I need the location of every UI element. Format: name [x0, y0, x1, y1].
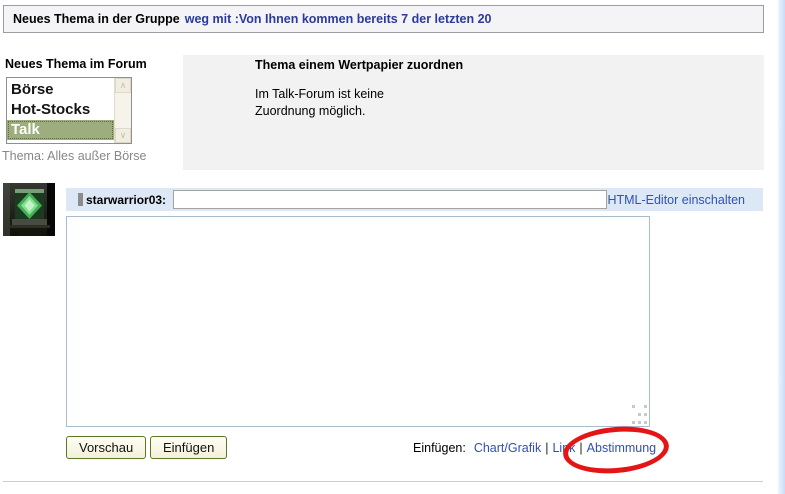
message-body-textarea[interactable]	[66, 216, 650, 427]
username-label: starwarrior03:	[86, 192, 167, 207]
wertpapier-panel: Thema einem Wertpapier zuordnen Im Talk-…	[183, 55, 764, 170]
page-header: Neues Thema in der Gruppe weg mit :Von I…	[3, 5, 764, 33]
insert-separator: |	[579, 441, 583, 455]
wertpapier-note-line2: Zuordnung möglich.	[255, 104, 366, 118]
listbox-item-boerse[interactable]: Börse	[7, 80, 114, 100]
preview-button[interactable]: Vorschau	[66, 436, 147, 459]
insert-toolbar: Einfügen: Chart/Grafik | Link | Abstimmu…	[413, 441, 656, 455]
group-link[interactable]: weg mit :Von Ihnen kommen bereits 7 der …	[185, 12, 492, 26]
insert-label: Einfügen:	[413, 441, 466, 455]
insert-separator: |	[545, 441, 549, 455]
topic-title-input[interactable]	[173, 190, 608, 209]
listbox-item-hot-stocks[interactable]: Hot-Stocks	[7, 100, 114, 120]
page-title: Neues Thema in der Gruppe	[13, 12, 180, 26]
wertpapier-note-line1: Im Talk-Forum ist keine	[255, 87, 384, 101]
insert-chart-link[interactable]: Chart/Grafik	[474, 441, 541, 455]
avatar	[3, 183, 55, 236]
post-marker-icon	[78, 193, 83, 206]
topic-label: Thema: Alles außer Börse	[2, 149, 147, 163]
submit-button[interactable]: Einfügen	[150, 436, 228, 459]
forum-listbox-items: Börse Hot-Stocks Talk	[7, 78, 114, 143]
forum-picker-heading: Neues Thema im Forum	[5, 57, 147, 71]
wertpapier-note: Im Talk-Forum ist keine Zuordnung möglic…	[255, 86, 384, 120]
insert-link-link[interactable]: Link	[552, 441, 575, 455]
wertpapier-heading: Thema einem Wertpapier zuordnen	[255, 58, 464, 72]
page-edge-stripe	[778, 0, 785, 494]
composer-title-row: starwarrior03: HTML-Editor einschalten	[66, 188, 763, 211]
scrollbar-up-icon[interactable]: ∧	[115, 78, 131, 93]
resize-grip-icon[interactable]	[632, 405, 650, 427]
scrollbar-down-icon[interactable]: ∨	[115, 128, 131, 143]
listbox-scrollbar[interactable]: ∧ ∨	[114, 78, 131, 143]
forum-listbox[interactable]: Börse Hot-Stocks Talk ∧ ∨	[6, 77, 132, 144]
html-editor-toggle-link[interactable]: HTML-Editor einschalten	[607, 193, 745, 207]
insert-poll-link[interactable]: Abstimmung	[587, 441, 656, 455]
bottom-divider	[3, 481, 763, 482]
forum-new-topic-page: Neues Thema in der Gruppe weg mit :Von I…	[0, 0, 785, 494]
listbox-item-talk-selected[interactable]: Talk	[7, 120, 114, 140]
